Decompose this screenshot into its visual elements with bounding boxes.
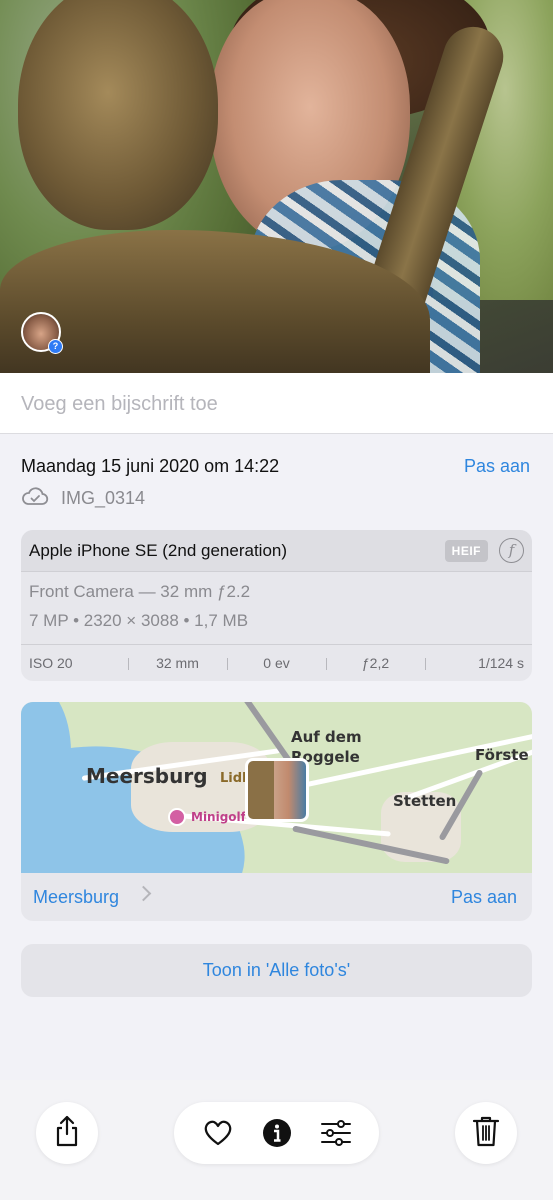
show-in-all-photos-button[interactable]: Toon in 'Alle foto's' xyxy=(21,944,532,997)
exif-ev: 0 ev xyxy=(227,645,326,681)
unknown-face-badge: ? xyxy=(48,339,63,354)
sliders-icon xyxy=(320,1120,351,1146)
icloud-icon xyxy=(21,486,49,511)
exif-focal: 32 mm xyxy=(128,645,227,681)
location-name-link[interactable]: Meersburg xyxy=(33,887,119,908)
file-info: IMG_0314 xyxy=(21,486,145,510)
heart-icon xyxy=(204,1120,231,1146)
map-label-stetten: Stetten xyxy=(393,792,457,810)
exif-shutter: 1/124 s xyxy=(425,645,532,681)
map-label-lidl: Lidl xyxy=(220,771,247,786)
exif-aperture: ƒ2,2 xyxy=(326,645,425,681)
lens-info: Front Camera — 32 mm ƒ2.2 xyxy=(29,582,251,601)
action-pill xyxy=(174,1102,379,1164)
filename: IMG_0314 xyxy=(61,487,146,508)
camera-info-card: Apple iPhone SE (2nd generation) HEIF f … xyxy=(21,530,532,681)
camera-model: Apple iPhone SE (2nd generation) xyxy=(29,541,288,560)
map-label-forste: Förste xyxy=(475,746,529,764)
info-icon xyxy=(262,1119,291,1147)
resolution-info: 7 MP • 2320 × 3088 • 1,7 MB xyxy=(29,611,249,630)
face-avatar[interactable]: ? xyxy=(21,312,63,354)
photo-location-pin[interactable] xyxy=(245,758,309,825)
chevron-right-icon xyxy=(135,885,152,902)
location-map[interactable]: Meersburg Lidl Auf dem Roggele Förste St… xyxy=(21,702,532,873)
exif-row: ISO 20 32 mm 0 ev ƒ2,2 1/124 s xyxy=(21,644,532,681)
share-icon xyxy=(52,1114,82,1153)
minigolf-icon xyxy=(168,808,186,826)
photo-date: Maandag 15 juni 2020 om 14:22 xyxy=(21,456,280,476)
photo-preview[interactable]: ? xyxy=(0,0,553,373)
caption-placeholder: Voeg een bijschrift toe xyxy=(21,393,218,415)
edit-location-button[interactable]: Pas aan xyxy=(451,887,517,908)
trash-icon xyxy=(472,1115,500,1152)
adjust-button[interactable] xyxy=(316,1113,356,1153)
share-button[interactable] xyxy=(36,1102,98,1164)
caption-field[interactable]: Voeg een bijschrift toe xyxy=(0,373,553,434)
map-label-minigolf: Minigolf xyxy=(191,810,246,824)
aperture-icon: f xyxy=(499,538,524,563)
exif-iso: ISO 20 xyxy=(29,655,73,671)
info-button[interactable] xyxy=(257,1113,297,1153)
favorite-button[interactable] xyxy=(198,1113,238,1153)
format-badge: HEIF xyxy=(444,540,488,562)
map-label-auf-dem: Auf dem xyxy=(291,728,362,746)
edit-date-button[interactable]: Pas aan xyxy=(464,456,530,477)
location-card: Meersburg Lidl Auf dem Roggele Förste St… xyxy=(21,702,532,921)
map-label-meersburg: Meersburg xyxy=(86,764,208,788)
delete-button[interactable] xyxy=(455,1102,517,1164)
